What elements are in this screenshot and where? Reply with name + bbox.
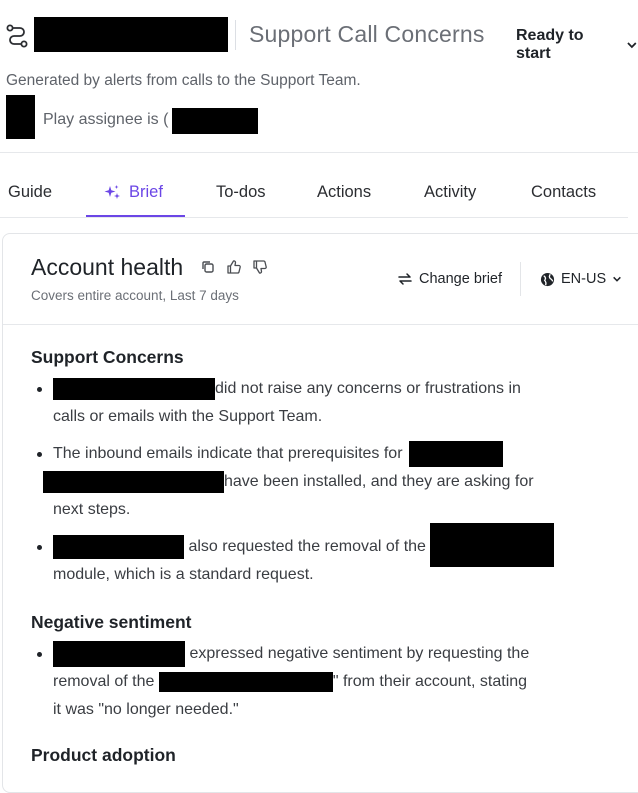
thumbs-down-icon[interactable] bbox=[252, 259, 268, 275]
redacted-text bbox=[53, 640, 185, 667]
redacted-text bbox=[408, 440, 503, 467]
tab-bar: Guide Brief To-dos Actions Activity Cont… bbox=[0, 153, 628, 217]
tab-brief-label: Brief bbox=[129, 183, 163, 201]
bullet-text: removal of the bbox=[53, 673, 155, 690]
bullet bbox=[37, 652, 42, 657]
divider bbox=[0, 217, 628, 218]
play-title: Support Call Concerns bbox=[249, 21, 485, 47]
status-dropdown[interactable]: Ready to start bbox=[516, 27, 638, 63]
assignee-label: Play assignee is ( bbox=[43, 111, 169, 128]
brief-coverage: Covers entire account, Last 7 days bbox=[31, 288, 239, 303]
bullet-text: it was "no longer needed." bbox=[53, 701, 239, 718]
section-title-negative-sentiment: Negative sentiment bbox=[31, 612, 192, 632]
assignee-row: Play assignee is ( bbox=[6, 95, 406, 139]
tab-brief[interactable]: Brief bbox=[103, 183, 163, 202]
bullet-text: next steps. bbox=[53, 501, 131, 518]
list-item: also requested the removal of the module… bbox=[31, 523, 571, 589]
language-label: EN-US bbox=[561, 271, 607, 287]
bullet-text: also requested the removal of the bbox=[188, 538, 426, 555]
section-title-product-adoption: Product adoption bbox=[31, 745, 176, 765]
sparkle-icon bbox=[104, 184, 120, 199]
status-label: Ready to start bbox=[516, 27, 584, 62]
brief-card: Account health Covers entire account, La… bbox=[2, 233, 638, 793]
redacted-text bbox=[430, 523, 555, 567]
avatar bbox=[6, 95, 35, 139]
redacted-text bbox=[43, 470, 224, 493]
bullet bbox=[37, 545, 42, 550]
tab-todos[interactable]: To-dos bbox=[216, 183, 266, 202]
redacted-text bbox=[53, 534, 184, 559]
bullet bbox=[37, 452, 42, 457]
play-header: Support Call Concerns Ready to start bbox=[0, 0, 638, 70]
chevron-down-icon bbox=[627, 42, 637, 49]
thumbs-up-icon[interactable] bbox=[226, 259, 242, 275]
play-subtitle: Generated by alerts from calls to the Su… bbox=[6, 72, 361, 89]
tab-guide[interactable]: Guide bbox=[8, 183, 52, 202]
bullet-text: did not raise any concerns or frustratio… bbox=[215, 380, 521, 397]
list-item: expressed negative sentiment by requesti… bbox=[31, 640, 571, 724]
change-brief-label: Change brief bbox=[419, 271, 503, 287]
route-icon bbox=[6, 24, 28, 48]
header-divider bbox=[520, 262, 521, 296]
header-divider bbox=[235, 20, 236, 50]
bullet-text: have been installed, and they are asking… bbox=[224, 473, 534, 490]
brief-card-header: Account health Covers entire account, La… bbox=[3, 234, 638, 325]
bullet-text: The inbound emails indicate that prerequ… bbox=[53, 445, 403, 462]
list-item: did not raise any concerns or frustratio… bbox=[31, 375, 571, 431]
bullet-text: calls or emails with the Support Team. bbox=[53, 408, 323, 425]
feedback-icons bbox=[200, 259, 268, 275]
redacted-text bbox=[53, 377, 215, 400]
redacted-text bbox=[158, 671, 333, 692]
bullet-text: " from their account, stating bbox=[332, 673, 528, 690]
bullet-text: module, which is a standard request. bbox=[53, 566, 314, 583]
tab-contacts[interactable]: Contacts bbox=[531, 183, 596, 202]
chevron-down-icon bbox=[613, 276, 621, 282]
section-title-support-concerns: Support Concerns bbox=[31, 347, 184, 367]
account-name-redacted bbox=[34, 17, 228, 52]
swap-icon bbox=[398, 273, 412, 285]
bullet-text: expressed negative sentiment by requesti… bbox=[189, 645, 530, 662]
language-selector[interactable]: EN-US bbox=[540, 271, 622, 287]
copy-icon[interactable] bbox=[200, 259, 216, 275]
globe-icon bbox=[540, 272, 555, 286]
tab-actions[interactable]: Actions bbox=[317, 183, 371, 202]
tab-activity[interactable]: Activity bbox=[424, 183, 476, 202]
list-item: The inbound emails indicate that prerequ… bbox=[31, 440, 571, 524]
bullet bbox=[37, 387, 42, 392]
brief-title: Account health bbox=[31, 254, 184, 280]
change-brief-button[interactable]: Change brief bbox=[397, 271, 502, 287]
assignee-name-redacted[interactable] bbox=[172, 108, 258, 134]
